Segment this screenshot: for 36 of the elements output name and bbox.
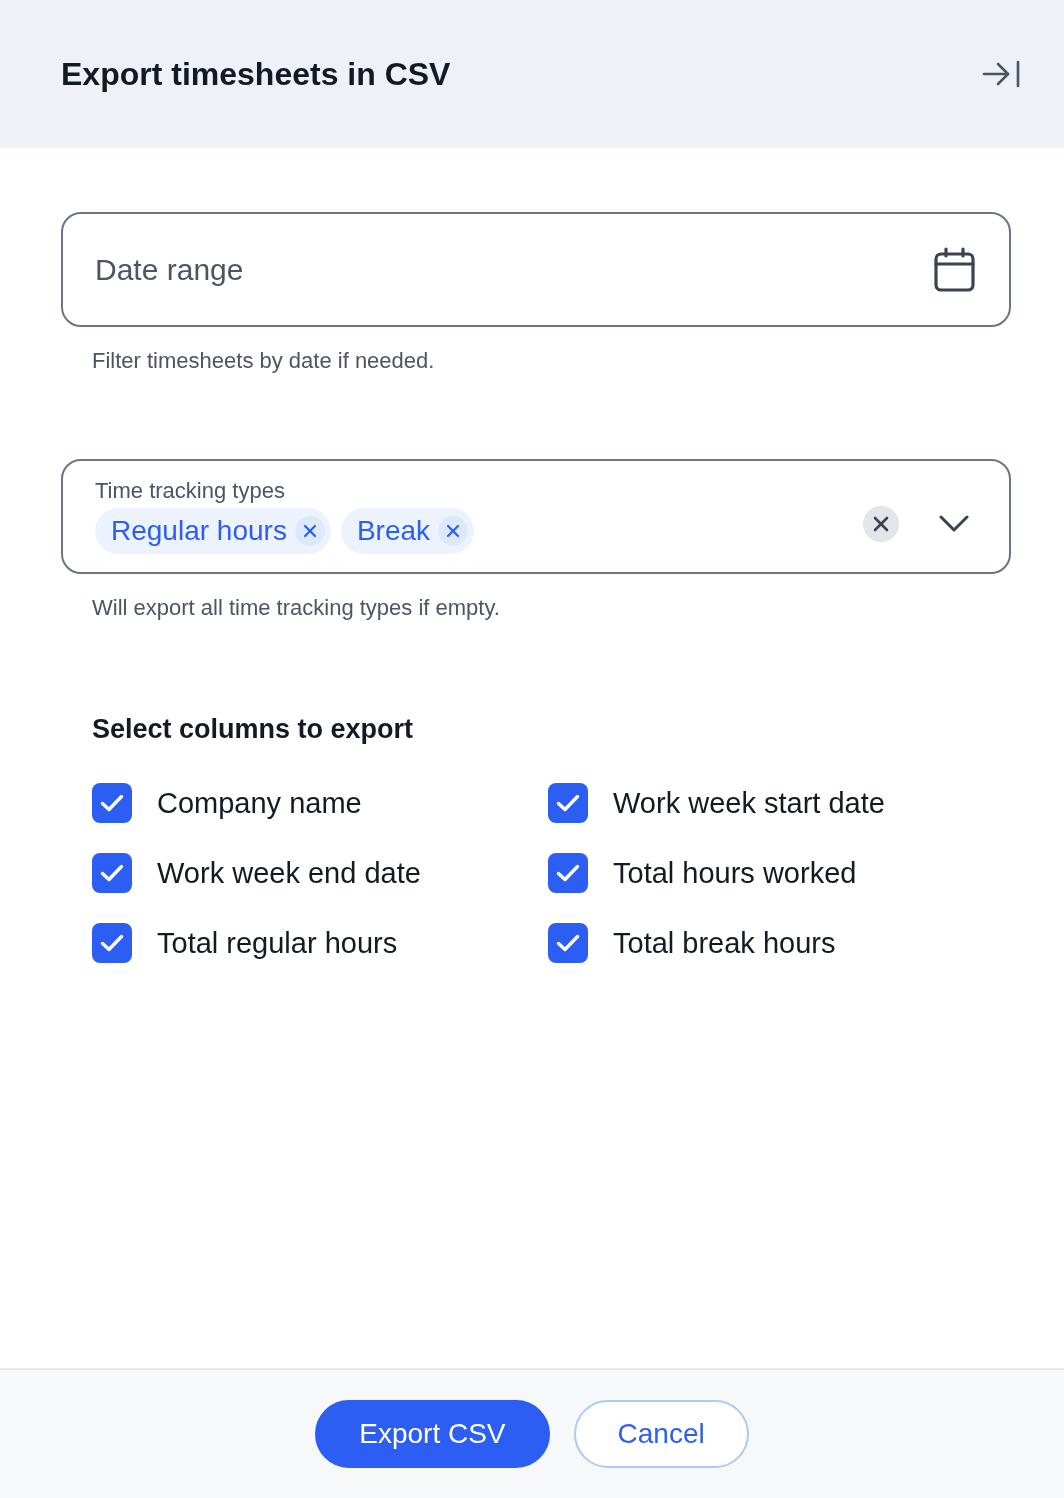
- helper-text: Will export all time tracking types if empty.: [91, 594, 501, 622]
- checkbox[interactable]: [548, 853, 588, 893]
- checkbox-label[interactable]: Total hours worked: [613, 853, 857, 893]
- calendar-icon[interactable]: [934, 247, 975, 292]
- date-range-field[interactable]: Date range: [61, 212, 1011, 327]
- checkbox-label[interactable]: Company name: [157, 783, 362, 823]
- checkbox[interactable]: [92, 923, 132, 963]
- check-icon: [556, 864, 580, 882]
- tag-chip[interactable]: Break: [340, 508, 475, 554]
- collapse-icon[interactable]: [982, 60, 1020, 88]
- checkbox-label[interactable]: Work week start date: [613, 783, 885, 823]
- cancel-button[interactable]: Cancel: [573, 1400, 749, 1468]
- section-heading: Select columns to export: [92, 713, 415, 746]
- check-icon: [100, 934, 124, 952]
- checkbox[interactable]: [548, 783, 588, 823]
- field-label: Time tracking types: [95, 477, 286, 505]
- chevron-down-icon[interactable]: [939, 515, 969, 532]
- remove-icon[interactable]: [438, 516, 469, 546]
- checkbox-label[interactable]: Total regular hours: [157, 923, 398, 963]
- checkbox[interactable]: [92, 783, 132, 823]
- checkbox[interactable]: [92, 853, 132, 893]
- panel-title: Export timesheets in CSV: [61, 54, 451, 94]
- helper-text: Filter timesheets by date if needed.: [91, 347, 436, 375]
- check-icon: [556, 794, 580, 812]
- check-icon: [100, 794, 124, 812]
- export-button[interactable]: Export CSV: [315, 1400, 550, 1468]
- tag-chip[interactable]: Regular hours: [95, 508, 331, 554]
- clear-button[interactable]: [863, 505, 899, 542]
- check-icon: [556, 934, 580, 952]
- checkbox-label[interactable]: Work week end date: [157, 853, 421, 893]
- close-icon: [873, 515, 889, 532]
- checkbox[interactable]: [548, 923, 588, 963]
- checkbox-label[interactable]: Total break hours: [613, 923, 836, 963]
- check-icon: [100, 864, 124, 882]
- time-tracking-types-select[interactable]: Time tracking types Regular hours Break: [61, 459, 1011, 574]
- remove-icon[interactable]: [294, 516, 325, 546]
